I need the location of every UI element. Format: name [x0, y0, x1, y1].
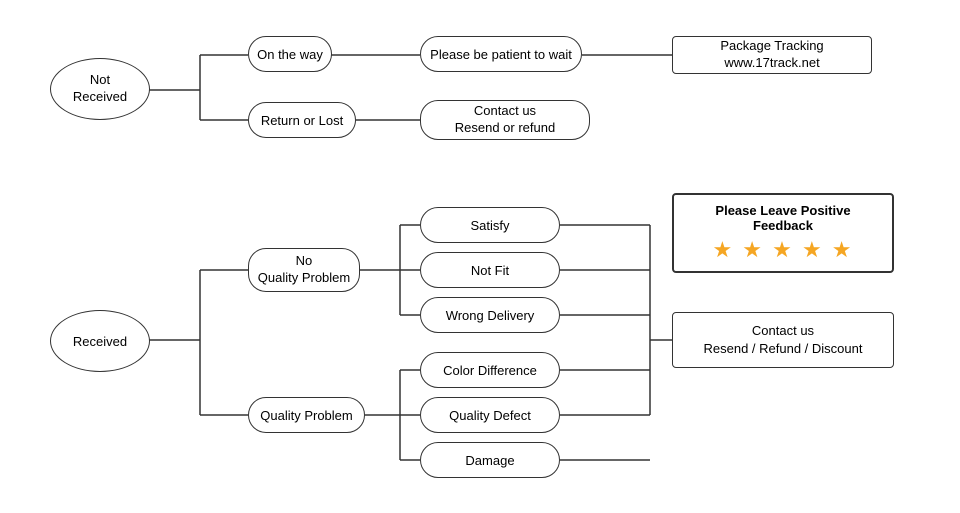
quality-defect-node: Quality Defect [420, 397, 560, 433]
contact-resend-discount-node: Contact us Resend / Refund / Discount [672, 312, 894, 368]
diagram: Not Received On the way Return or Lost P… [0, 0, 960, 513]
not-received-node: Not Received [50, 58, 150, 120]
no-quality-problem-node: No Quality Problem [248, 248, 360, 292]
feedback-label: Please Leave Positive Feedback [686, 203, 880, 233]
feedback-stars: ★ ★ ★ ★ ★ [686, 237, 880, 263]
patient-wait-node: Please be patient to wait [420, 36, 582, 72]
on-the-way-node: On the way [248, 36, 332, 72]
satisfy-node: Satisfy [420, 207, 560, 243]
wrong-delivery-node: Wrong Delivery [420, 297, 560, 333]
return-or-lost-node: Return or Lost [248, 102, 356, 138]
color-difference-node: Color Difference [420, 352, 560, 388]
feedback-box: Please Leave Positive Feedback ★ ★ ★ ★ ★ [672, 193, 894, 273]
quality-problem-node: Quality Problem [248, 397, 365, 433]
received-node: Received [50, 310, 150, 372]
package-tracking-node: Package Tracking www.17track.net [672, 36, 872, 74]
contact-resend-refund-node: Contact us Resend or refund [420, 100, 590, 140]
damage-node: Damage [420, 442, 560, 478]
not-fit-node: Not Fit [420, 252, 560, 288]
